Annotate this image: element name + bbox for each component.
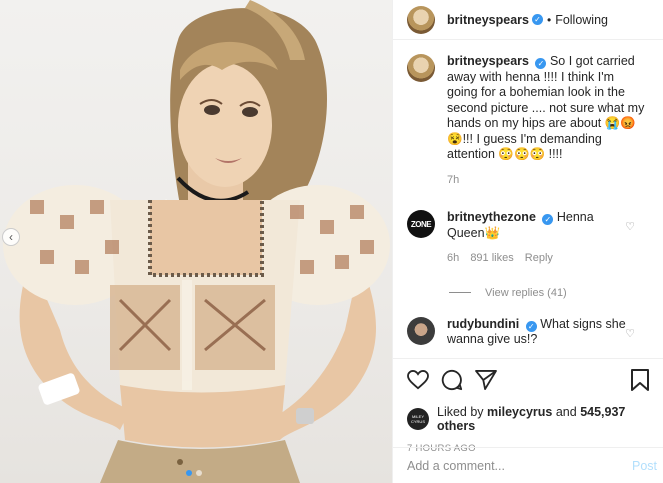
liked-by-avatar[interactable]: MILEY CYRUS [407,408,429,430]
reply-button[interactable]: Reply [525,252,553,264]
action-icons [407,367,651,393]
small-heart-icon[interactable]: ♡ [625,220,635,233]
verified-badge-icon: ✓ [525,320,537,332]
view-replies-line [449,292,471,293]
small-heart-icon[interactable]: ♡ [625,327,635,340]
carousel-indicator [186,470,202,476]
comment-icon[interactable] [441,369,463,391]
commenter-avatar[interactable]: ZONE [407,210,435,238]
post-side-panel: britneyspears ✓ • Following britneyspear… [392,0,663,483]
author-username[interactable]: britneyspears [447,13,529,27]
comments-list[interactable]: britneyspears ✓ So I got carried away wi… [393,40,663,360]
post-actions: MILEY CYRUS Liked by mileycyrus and 545,… [393,358,663,454]
add-comment-bar: Post [393,447,663,483]
comment-meta: 6h 891 likes Reply [447,251,627,267]
caption: britneyspears ✓ So I got carried away wi… [407,54,651,188]
comment-body: rudybundini ✓ What signs she wanna give … [447,317,627,348]
verified-badge-icon: ✓ [531,14,543,25]
post-header: britneyspears ✓ • Following [393,0,663,40]
caption-body: britneyspears ✓ So I got carried away wi… [447,54,647,188]
liked-by-and: and [555,405,577,419]
comment-body: britneythezone ✓ Henna Queen👑 6h 891 lik… [447,210,627,267]
liked-by-prefix: Liked by [437,405,484,419]
caption-text: So I got carried away with henna !!!! I … [447,54,645,161]
verified-badge-icon: ✓ [542,214,554,225]
caption-meta: 7h [447,173,647,189]
comment-item: ZONE britneythezone ✓ Henna Queen👑 6h 89… [407,210,651,267]
carousel-dot-1 [186,470,192,476]
bookmark-icon[interactable] [631,369,649,391]
liked-by: MILEY CYRUS Liked by mileycyrus and 545,… [407,405,651,433]
carousel-dot-2 [196,470,202,476]
post-photo[interactable]: ‹ [0,0,392,483]
commenter-username[interactable]: rudybundini [447,317,519,331]
author-avatar[interactable] [407,5,435,34]
liked-by-user[interactable]: mileycyrus [487,405,552,419]
comment-item: rudybundini ✓ What signs she wanna give … [407,316,651,348]
comment-time[interactable]: 6h [447,252,459,264]
caption-username[interactable]: britneyspears [447,54,529,68]
view-replies-label: View replies (41) [485,286,567,299]
liked-by-text: Liked by mileycyrus and 545,937 others [437,405,651,433]
share-icon[interactable] [475,370,497,390]
commenter-username[interactable]: britneythezone [447,210,536,224]
view-replies-button[interactable]: View replies (41) [449,287,651,299]
caption-time[interactable]: 7h [447,174,459,186]
following-button[interactable]: Following [555,13,608,27]
photo-illustration [3,0,390,483]
verified-badge-icon: ✓ [535,58,547,69]
commenter-avatar[interactable] [407,316,435,345]
header-bullet: • [546,12,552,27]
comment-likes[interactable]: 891 likes [470,252,513,264]
comment-input[interactable] [407,458,632,473]
carousel-prev-button[interactable]: ‹ [2,228,20,246]
heart-icon[interactable] [407,370,429,390]
post-comment-button[interactable]: Post [632,459,657,473]
caption-avatar[interactable] [407,54,435,82]
